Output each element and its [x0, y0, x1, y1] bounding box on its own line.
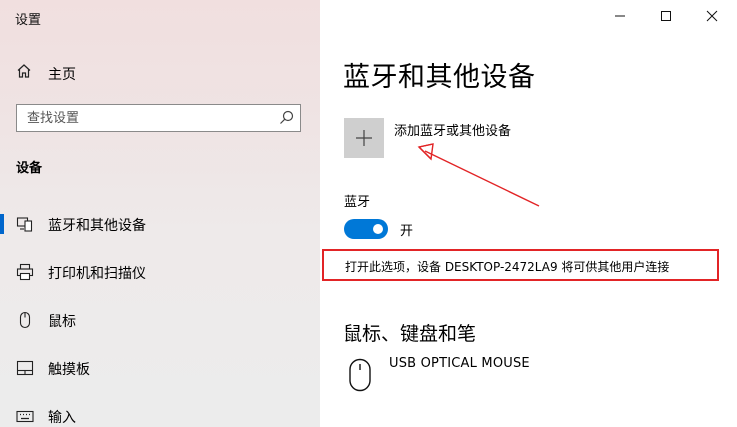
add-device-button[interactable]: [344, 118, 384, 158]
sidebar-item-label: 触摸板: [48, 362, 90, 378]
sidebar-item-label: 蓝牙和其他设备: [48, 218, 146, 234]
close-button[interactable]: [689, 4, 735, 28]
sidebar-item-mouse[interactable]: 鼠标: [0, 303, 320, 337]
search-box[interactable]: [16, 104, 301, 132]
minimize-icon: [615, 15, 625, 17]
sidebar-item-label: 主页: [48, 67, 76, 83]
plus-icon: [356, 130, 372, 146]
keyboard-icon: [16, 410, 34, 423]
minimize-button[interactable]: [597, 4, 643, 28]
add-device-label[interactable]: 添加蓝牙或其他设备: [394, 120, 511, 139]
sidebar-item-label: 鼠标: [48, 314, 76, 330]
device-name[interactable]: USB OPTICAL MOUSE: [389, 356, 530, 371]
close-icon: [706, 10, 718, 22]
toggle-knob: [373, 224, 383, 234]
sidebar-item-printers[interactable]: 打印机和扫描仪: [0, 255, 320, 289]
sidebar: 设置 主页 设备 蓝牙和其他设备 打印机和扫描仪: [0, 0, 320, 427]
bluetooth-notice-text: 打开此选项，设备 DESKTOP-2472LA9 将可供其他用户连接: [345, 260, 670, 274]
search-input[interactable]: [27, 109, 267, 127]
bluetooth-devices-icon: [16, 217, 33, 232]
sidebar-item-bluetooth[interactable]: 蓝牙和其他设备: [0, 207, 320, 241]
page-title: 蓝牙和其他设备: [343, 62, 536, 93]
maximize-icon: [661, 11, 671, 21]
sidebar-item-label: 输入: [48, 410, 76, 426]
sidebar-item-label: 打印机和扫描仪: [48, 266, 146, 282]
bluetooth-toggle[interactable]: [344, 219, 388, 239]
bluetooth-notice-box: 打开此选项，设备 DESKTOP-2472LA9 将可供其他用户连接: [322, 249, 719, 281]
sidebar-item-home[interactable]: 主页: [0, 61, 320, 87]
search-icon[interactable]: [279, 110, 294, 125]
mouse-icon: [349, 358, 371, 392]
touchpad-icon: [16, 360, 34, 376]
maximize-button[interactable]: [643, 4, 689, 28]
bluetooth-heading: 蓝牙: [344, 195, 371, 210]
app-title: 设置: [15, 13, 42, 28]
mouse-keyboard-pen-heading: 鼠标、键盘和笔: [343, 323, 477, 345]
section-heading: 设备: [16, 161, 43, 176]
toggle-state-label: 开: [400, 224, 414, 239]
mouse-icon: [19, 311, 31, 329]
home-icon: [17, 64, 31, 78]
printer-icon: [16, 263, 34, 281]
window-controls: [597, 4, 737, 28]
sidebar-item-typing[interactable]: 输入: [0, 399, 320, 427]
sidebar-item-touchpad[interactable]: 触摸板: [0, 351, 320, 385]
